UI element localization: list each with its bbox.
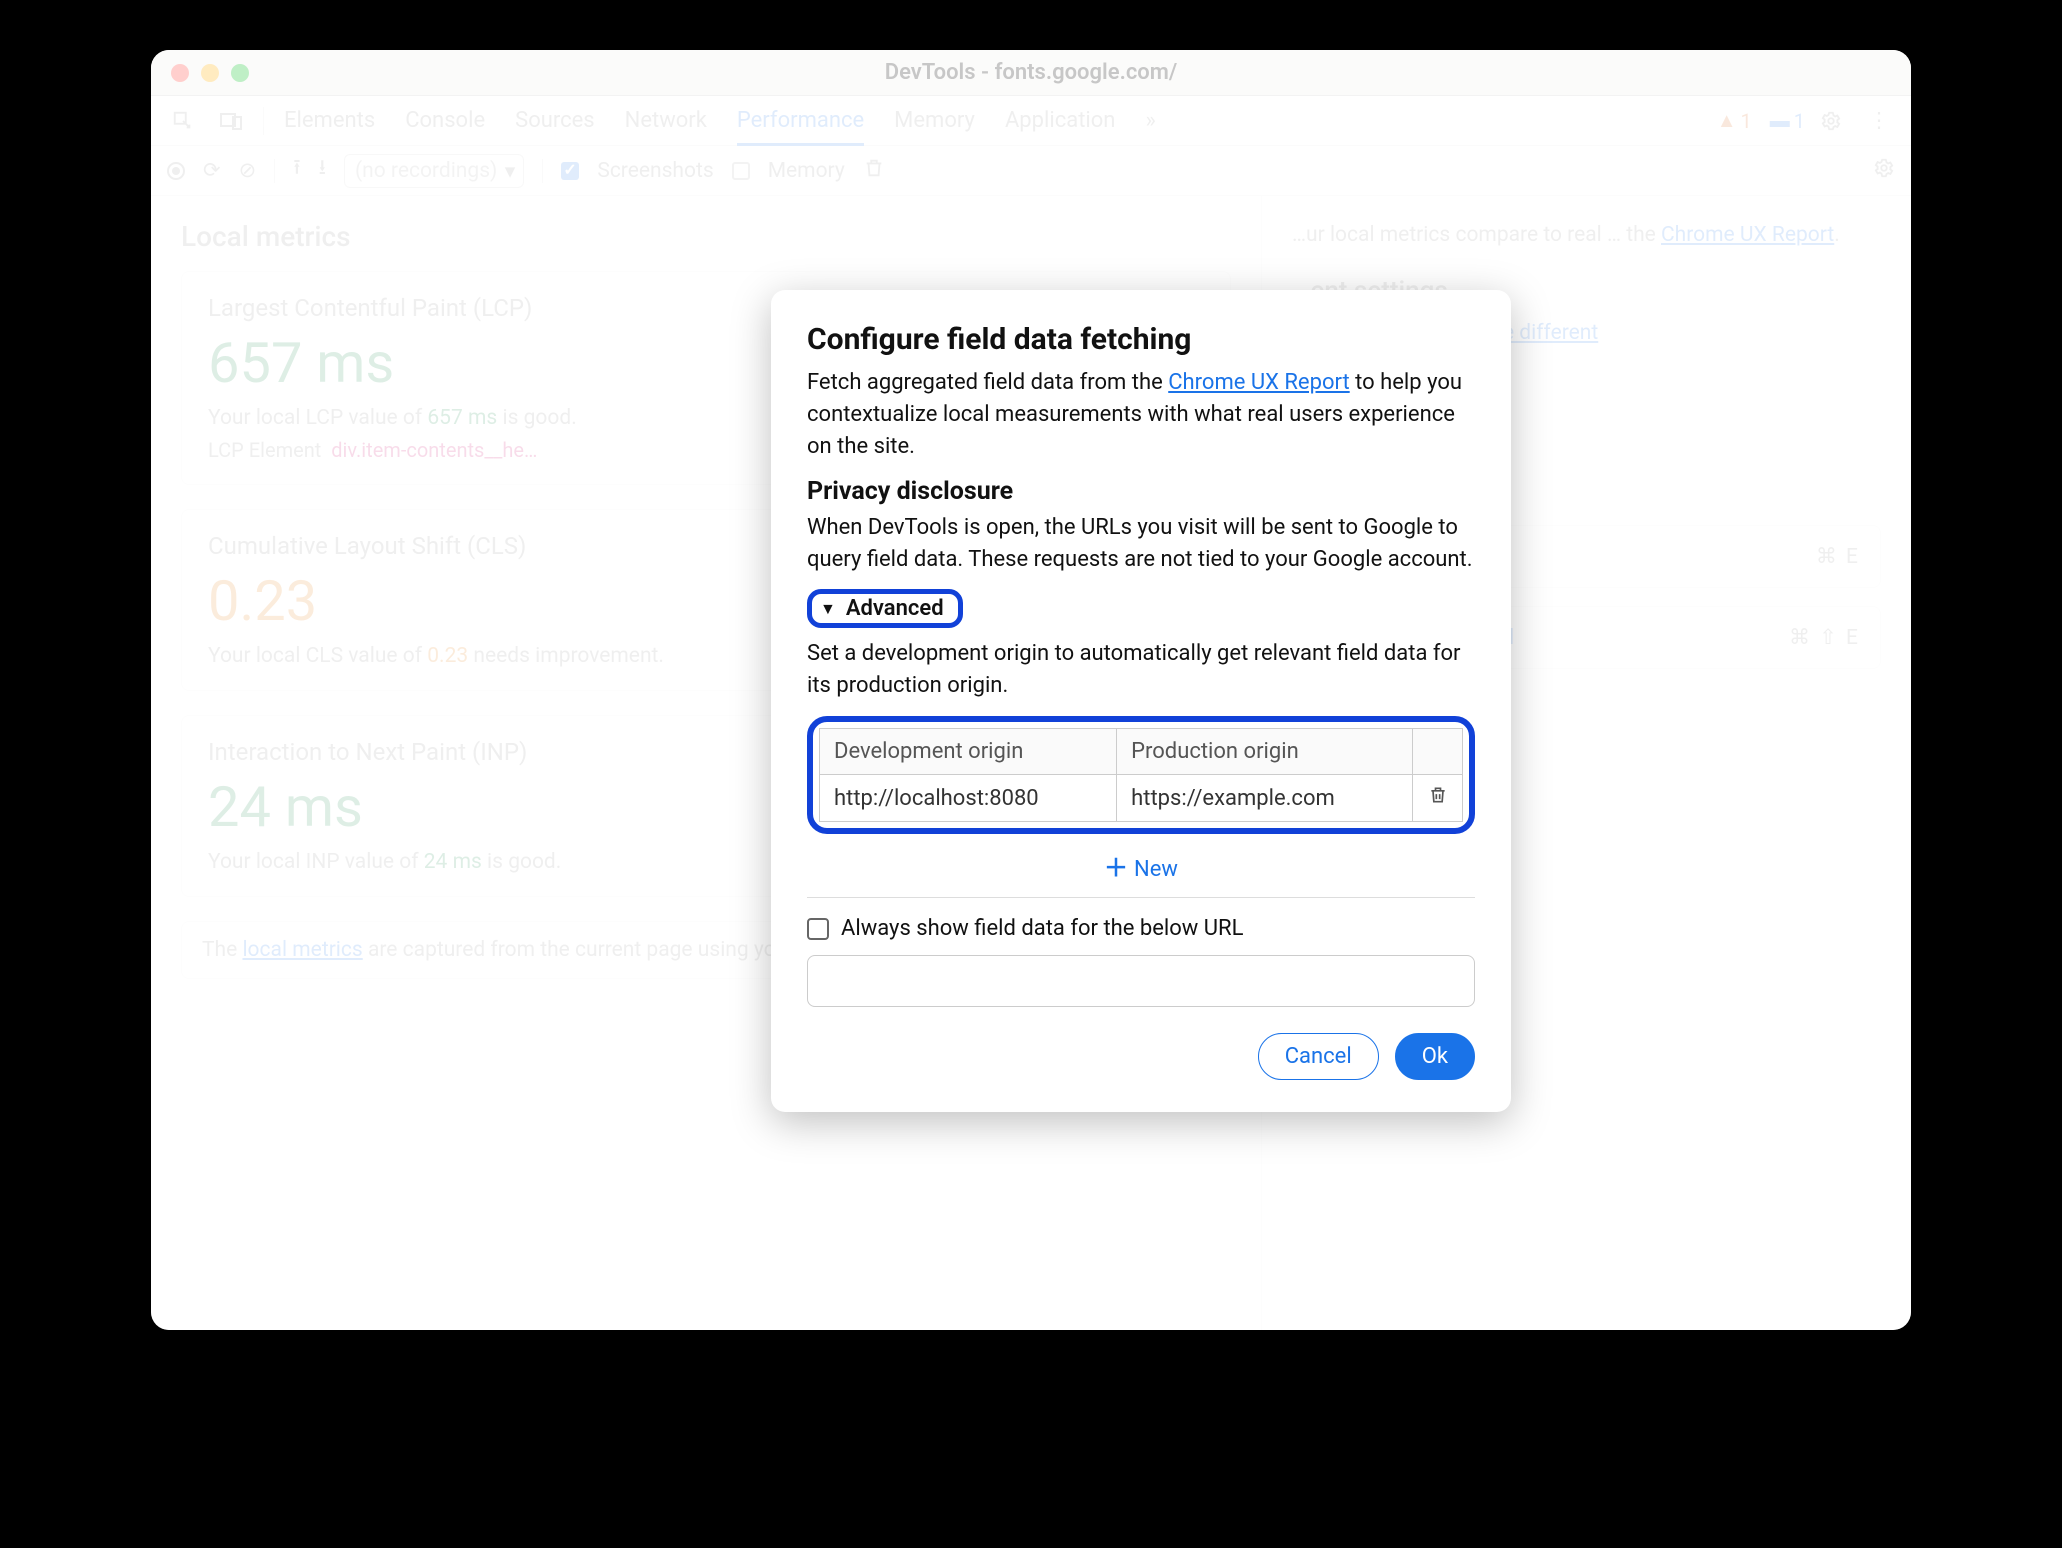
crux-report-link[interactable]: Chrome UX Report [1168,370,1349,395]
devtools-window: DevTools - fonts.google.com/ Elements Co… [151,50,1911,1330]
col-actions [1413,729,1463,775]
col-dev-origin: Development origin [820,729,1117,775]
cancel-button[interactable]: Cancel [1258,1033,1379,1080]
col-prod-origin: Production origin [1117,729,1413,775]
always-show-row: Always show field data for the below URL [807,916,1475,941]
dev-origin-cell[interactable]: http://localhost:8080 [820,775,1117,822]
always-show-label: Always show field data for the below URL [841,916,1243,941]
plus-icon: ＋ [1104,854,1128,882]
field-data-dialog: Configure field data fetching Fetch aggr… [771,290,1511,1112]
add-origin-button[interactable]: ＋New [807,848,1475,883]
dialog-intro: Fetch aggregated field data from the Chr… [807,367,1475,463]
url-override-input[interactable] [807,955,1475,1007]
origin-mapping-table: Development origin Production origin htt… [819,728,1463,822]
dialog-title: Configure field data fetching [807,322,1475,357]
new-label: New [1134,857,1178,882]
ok-button[interactable]: Ok [1395,1033,1475,1080]
origin-mapping-highlight: Development origin Production origin htt… [807,716,1475,834]
privacy-text: When DevTools is open, the URLs you visi… [807,512,1475,576]
advanced-description: Set a development origin to automaticall… [807,638,1475,702]
origin-row: http://localhost:8080 https://example.co… [820,775,1463,822]
advanced-label: Advanced [846,596,944,621]
prod-origin-cell[interactable]: https://example.com [1117,775,1413,822]
privacy-heading: Privacy disclosure [807,477,1475,506]
delete-row-button[interactable] [1413,775,1463,822]
always-show-checkbox[interactable] [807,918,829,940]
advanced-toggle[interactable]: Advanced [807,589,963,628]
trash-icon [1428,785,1448,805]
divider [807,897,1475,898]
dialog-buttons: Cancel Ok [807,1033,1475,1080]
